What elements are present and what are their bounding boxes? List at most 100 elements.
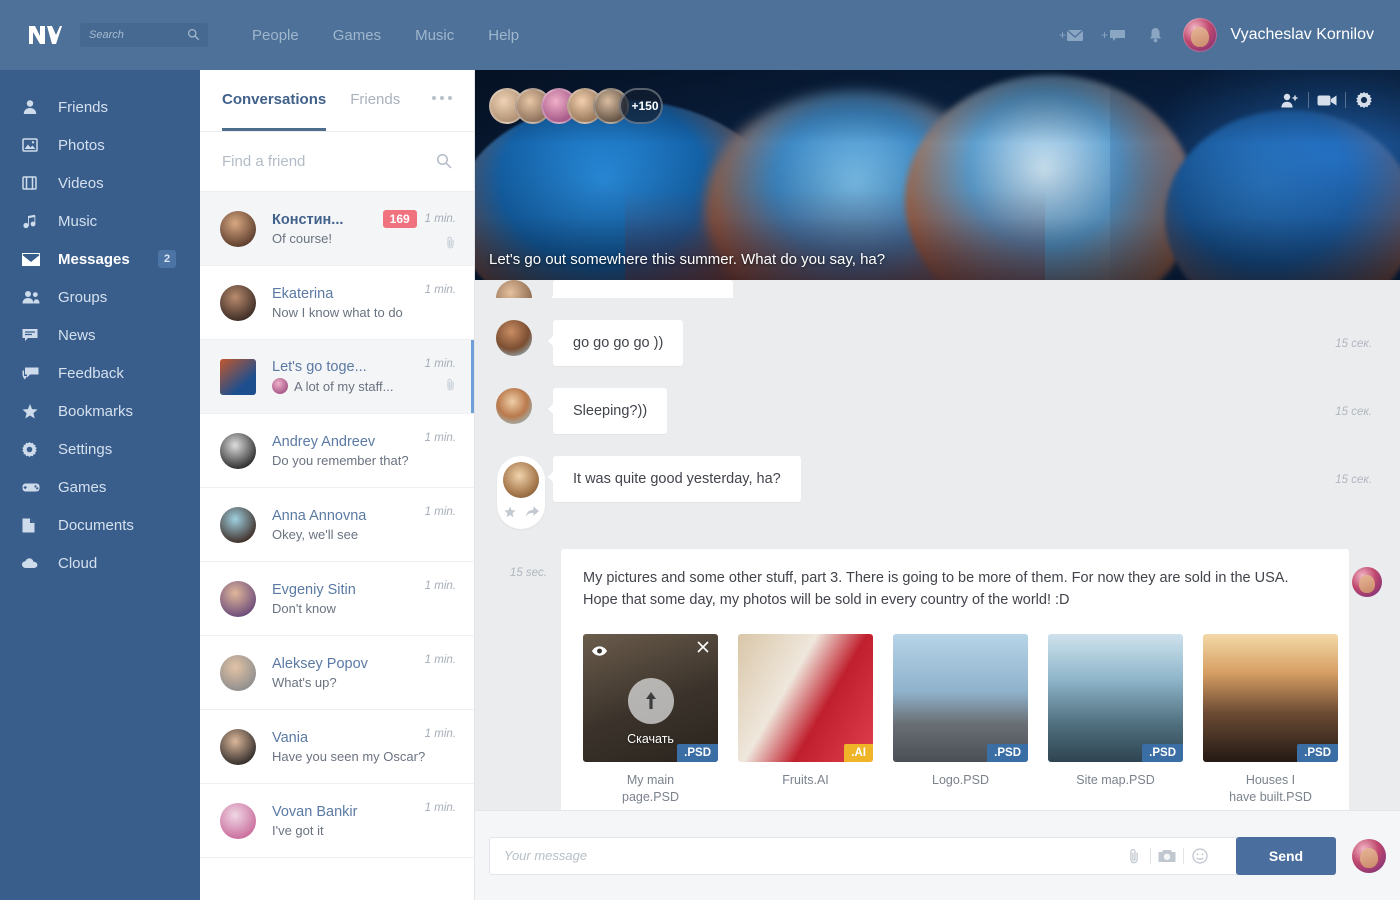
avatar[interactable] — [220, 802, 256, 839]
avatar[interactable] — [220, 284, 256, 321]
avatar[interactable] — [220, 210, 256, 247]
sidebar-item-groups[interactable]: Groups — [0, 278, 200, 316]
friend-search[interactable] — [200, 132, 474, 192]
message-row-attachment: 15 sec. My pictures and some other stuff… — [475, 549, 1400, 820]
find-friend-input[interactable] — [222, 153, 412, 170]
download-icon[interactable] — [627, 677, 674, 724]
conversation-meta: 1 min. — [425, 432, 456, 444]
sidebar-item-label: Photos — [58, 136, 105, 154]
sidebar-item-messages[interactable]: Messages 2 — [0, 240, 200, 278]
attachment-thumbnail[interactable]: .AI — [738, 633, 873, 762]
attachment-thumbnail[interactable]: .PSD — [1203, 633, 1338, 762]
tab-conversations[interactable]: Conversations — [222, 91, 327, 131]
sidebar-item-label: Feedback — [58, 364, 124, 382]
sidebar-item-label: Music — [58, 212, 98, 230]
star-icon[interactable] — [503, 506, 516, 521]
people-icon — [22, 288, 44, 306]
attach-clip-icon[interactable] — [1118, 848, 1150, 864]
forward-icon[interactable] — [525, 506, 539, 521]
attachment-file[interactable]: .PSD Site map.PSD — [1048, 633, 1183, 806]
attachment-file[interactable]: .AI Fruits.AI — [738, 633, 873, 806]
conversation-item[interactable]: Let's go toge... A lot of my staff... 1 mi… — [200, 340, 474, 414]
sidebar-item-photos[interactable]: Photos — [0, 126, 200, 164]
conversation-preview-text: Have you seen my Oscar? — [272, 748, 426, 764]
new-message-icon[interactable]: + — [1051, 20, 1093, 50]
attachment-file[interactable]: .PSD Houses Ihave built.PSD — [1203, 633, 1338, 806]
sidebar-item-friends[interactable]: Friends — [0, 88, 200, 126]
chat-participants[interactable]: +150 — [489, 88, 663, 124]
conversation-item[interactable]: Evgeniy Sitin Don't know 1 min. — [200, 562, 474, 636]
conversation-name: Vovan Bankir — [272, 803, 358, 820]
user-name[interactable]: Vyacheslav Kornilov — [1231, 26, 1374, 44]
attachment-file[interactable]: Скачать .PSD My main page.PSD — [583, 633, 718, 806]
conversation-item[interactable]: Andrey Andreev Do you remember that? 1 min… — [200, 414, 474, 488]
sidebar-item-games[interactable]: Games — [0, 468, 200, 506]
avatar[interactable] — [220, 506, 256, 543]
vk-messenger-app: People Games Music Help + + — [0, 0, 1400, 900]
attachment-thumbnail[interactable]: Скачать .PSD — [583, 633, 718, 762]
avatar[interactable] — [220, 358, 256, 395]
search-input[interactable] — [80, 29, 180, 41]
conversation-item[interactable]: Aleksey Popov What's up? 1 min. — [200, 636, 474, 710]
message-input[interactable] — [504, 848, 1223, 863]
avatar[interactable] — [220, 432, 256, 469]
search-icon[interactable] — [436, 153, 452, 169]
sidebar-item-music[interactable]: Music — [0, 202, 200, 240]
notifications-bell-icon[interactable] — [1135, 20, 1177, 50]
sidebar-item-label: Groups — [58, 288, 108, 306]
new-post-icon[interactable]: + — [1093, 20, 1135, 50]
attachment-thumbnail[interactable]: .PSD — [893, 633, 1028, 762]
file-name-label: Fruits.AI — [782, 772, 829, 787]
topnav-item-games[interactable]: Games — [333, 27, 381, 44]
more-options-icon[interactable] — [432, 96, 452, 100]
topnav-item-people[interactable]: People — [252, 27, 299, 44]
avatar[interactable] — [220, 728, 256, 765]
avatar[interactable] — [1182, 18, 1217, 52]
conversation-item[interactable]: Anna Annovna Okey, we'll see 1 min. — [200, 488, 474, 562]
preview-eye-icon[interactable] — [592, 643, 607, 661]
sidebar-item-videos[interactable]: Videos — [0, 164, 200, 202]
avatar[interactable] — [496, 320, 532, 356]
vk-logo-icon[interactable] — [24, 21, 64, 49]
conversation-item[interactable]: Vovan Bankir I've got it 1 min. — [200, 784, 474, 858]
sidebar-item-cloud[interactable]: Cloud — [0, 544, 200, 582]
message-list[interactable]: go go go go )) 15 сек. Sleeping?)) 15 се… — [475, 280, 1400, 820]
avatar[interactable] — [220, 580, 256, 617]
add-person-icon[interactable] — [1272, 93, 1308, 108]
conversation-timestamp: 1 min. — [424, 432, 456, 444]
attachment-thumbnail[interactable]: .PSD — [1048, 633, 1183, 762]
message-timestamp: 15 сек. — [1335, 338, 1372, 350]
conversation-timestamp: 1 min. — [424, 284, 456, 296]
emoji-icon[interactable] — [1184, 847, 1216, 864]
video-call-icon[interactable] — [1309, 94, 1345, 107]
tab-friends[interactable]: Friends — [350, 91, 400, 110]
conversation-item[interactable]: Ekaterina Now I know what to do 1 min. — [200, 266, 474, 340]
sidebar-item-bookmarks[interactable]: Bookmarks — [0, 392, 200, 430]
topnav-item-help[interactable]: Help — [488, 27, 519, 44]
sidebar-item-documents[interactable]: Documents — [0, 506, 200, 544]
avatar[interactable] — [1352, 567, 1382, 597]
sidebar-item-feedback[interactable]: Feedback — [0, 354, 200, 392]
global-search[interactable] — [80, 23, 208, 47]
conversation-list[interactable]: Констин... Of course! 169 1 min. Ekaterina No… — [200, 192, 474, 900]
avatar[interactable] — [220, 654, 256, 691]
close-icon[interactable] — [697, 641, 709, 656]
attachment-file[interactable]: .PSD Logo.PSD — [893, 633, 1028, 806]
gear-icon[interactable] — [1346, 92, 1382, 108]
send-button[interactable]: Send — [1236, 836, 1336, 875]
avatar[interactable] — [496, 280, 532, 298]
download-overlay[interactable]: Скачать — [583, 634, 718, 762]
camera-icon[interactable] — [1151, 849, 1183, 863]
conversation-item[interactable]: Vania Have you seen my Oscar? 1 min. — [200, 710, 474, 784]
sidebar-item-settings[interactable]: Settings — [0, 430, 200, 468]
avatar[interactable] — [1352, 838, 1386, 873]
conversation-preview-text: I've got it — [272, 822, 324, 838]
avatar[interactable] — [496, 388, 532, 424]
participants-overflow-count[interactable]: +150 — [619, 88, 663, 124]
sidebar-item-news[interactable]: News — [0, 316, 200, 354]
conversation-item[interactable]: Констин... Of course! 169 1 min. — [200, 192, 474, 266]
sender-mini-avatar — [272, 378, 288, 394]
conversation-name: Anna Annovna — [272, 507, 367, 524]
avatar[interactable] — [503, 462, 539, 498]
topnav-item-music[interactable]: Music — [415, 27, 454, 44]
